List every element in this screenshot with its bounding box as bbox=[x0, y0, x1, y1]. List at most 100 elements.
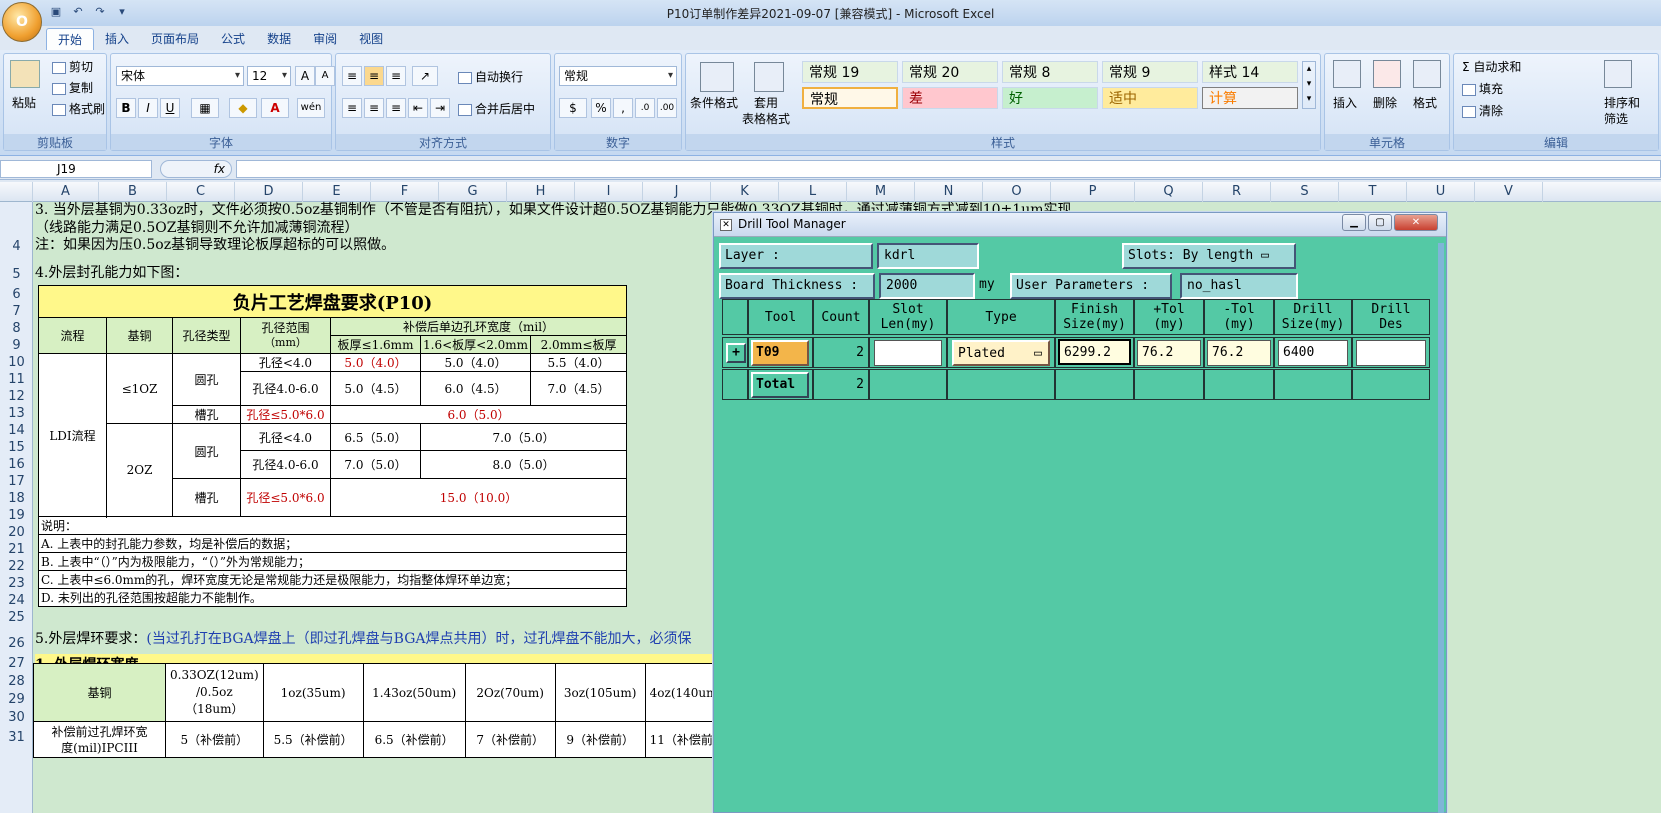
style-14[interactable]: 样式 14 bbox=[1202, 61, 1298, 83]
border-icon[interactable]: ▦ bbox=[191, 98, 219, 118]
format-cells-icon[interactable] bbox=[1413, 60, 1441, 88]
row-header[interactable]: 27 bbox=[0, 655, 33, 673]
row-header[interactable]: 28 bbox=[0, 673, 33, 691]
align-top-icon[interactable]: ≡ bbox=[342, 66, 362, 86]
row-header[interactable]: 24 bbox=[0, 592, 33, 610]
insert-cells-button[interactable]: 插入 bbox=[1333, 94, 1357, 111]
style-normal-8[interactable]: 常规 8 bbox=[1002, 61, 1098, 83]
row-header[interactable]: 9 bbox=[0, 337, 33, 355]
expand-row-button[interactable]: + bbox=[726, 343, 746, 363]
style-normal-19[interactable]: 常规 19 bbox=[802, 61, 898, 83]
align-center-icon[interactable]: ≡ bbox=[364, 98, 384, 118]
name-box[interactable]: J19 bbox=[0, 160, 152, 178]
col-header[interactable]: S bbox=[1271, 182, 1339, 202]
style-good[interactable]: 好 bbox=[1002, 87, 1098, 109]
close-icon[interactable]: ✕ bbox=[1394, 214, 1438, 231]
slot-len-input[interactable] bbox=[874, 340, 942, 366]
row-header[interactable]: 5 bbox=[0, 266, 33, 284]
row-header[interactable]: 4 bbox=[0, 238, 33, 256]
drill-size-input[interactable]: 6400 bbox=[1278, 340, 1348, 366]
row-header[interactable]: 17 bbox=[0, 473, 33, 491]
wrap-text-button[interactable]: 自动换行 bbox=[458, 68, 523, 85]
tab-formulas[interactable]: 公式 bbox=[210, 28, 256, 50]
drill-des-input[interactable] bbox=[1356, 340, 1426, 366]
row-header[interactable]: 20 bbox=[0, 524, 33, 542]
style-neutral[interactable]: 适中 bbox=[1102, 87, 1198, 109]
row-header[interactable]: 31 bbox=[0, 729, 33, 747]
fill-button[interactable]: 填充 bbox=[1462, 80, 1503, 97]
minimize-icon[interactable]: ▁ bbox=[1342, 214, 1366, 231]
font-size-select[interactable]: 12 bbox=[247, 66, 291, 86]
conditional-format-button[interactable]: 条件格式 bbox=[690, 94, 738, 111]
col-header[interactable]: Q bbox=[1135, 182, 1203, 202]
row-header[interactable]: 13 bbox=[0, 405, 33, 423]
style-normal[interactable]: 常规 bbox=[802, 87, 898, 109]
bold-button[interactable]: B bbox=[116, 98, 136, 118]
row-header[interactable]: 15 bbox=[0, 439, 33, 457]
currency-icon[interactable]: $ bbox=[559, 98, 587, 118]
row-header[interactable]: 25 bbox=[0, 609, 33, 627]
delete-cells-icon[interactable] bbox=[1373, 60, 1401, 88]
row-header[interactable]: 22 bbox=[0, 558, 33, 576]
grow-font-button[interactable]: A bbox=[295, 66, 315, 86]
increase-indent-icon[interactable]: ⇥ bbox=[430, 98, 450, 118]
sort-filter-button[interactable]: 排序和 bbox=[1604, 94, 1640, 111]
format-as-table-button-line2[interactable]: 表格格式 bbox=[742, 110, 790, 127]
plus-tol-input[interactable]: 76.2 bbox=[1137, 340, 1201, 366]
row-header[interactable]: 18 bbox=[0, 490, 33, 508]
paste-icon[interactable] bbox=[10, 60, 40, 88]
undo-icon[interactable]: ↶ bbox=[70, 4, 86, 20]
tab-review[interactable]: 审阅 bbox=[302, 28, 348, 50]
format-cells-button[interactable]: 格式 bbox=[1413, 94, 1437, 111]
col-header[interactable]: U bbox=[1407, 182, 1475, 202]
orientation-icon[interactable]: ↗ bbox=[412, 66, 438, 86]
tab-page-layout[interactable]: 页面布局 bbox=[140, 28, 210, 50]
finish-size-input[interactable]: 6299.2 bbox=[1058, 339, 1131, 365]
row-header[interactable]: 26 bbox=[0, 635, 33, 653]
tab-view[interactable]: 视图 bbox=[348, 28, 394, 50]
phonetic-button[interactable]: wén bbox=[297, 98, 325, 118]
tool-button-t09[interactable]: T09 bbox=[751, 340, 809, 366]
font-name-select[interactable]: 宋体 bbox=[116, 66, 244, 86]
save-icon[interactable]: ▣ bbox=[48, 4, 64, 20]
merge-center-button[interactable]: 合并后居中 bbox=[458, 100, 535, 117]
row-header[interactable]: 16 bbox=[0, 456, 33, 474]
autosum-button[interactable]: Σ 自动求和 bbox=[1462, 58, 1521, 75]
select-all-corner[interactable] bbox=[0, 182, 33, 202]
number-format-select[interactable]: 常规 bbox=[559, 66, 677, 86]
board-thickness-field[interactable]: 2000 bbox=[879, 273, 975, 299]
user-parameters-label[interactable]: User Parameters : bbox=[1010, 273, 1172, 299]
copy-button[interactable]: 复制 bbox=[52, 79, 93, 96]
row-header[interactable]: 7 bbox=[0, 303, 33, 321]
align-bottom-icon[interactable]: ≡ bbox=[386, 66, 406, 86]
clear-button[interactable]: 清除 bbox=[1462, 102, 1503, 119]
tab-data[interactable]: 数据 bbox=[256, 28, 302, 50]
maximize-icon[interactable]: ▢ bbox=[1368, 214, 1392, 231]
col-header[interactable]: V bbox=[1475, 182, 1543, 202]
increase-decimal-button[interactable]: .0 bbox=[635, 98, 655, 118]
style-bad[interactable]: 差 bbox=[902, 87, 998, 109]
sort-filter-button-line2[interactable]: 筛选 bbox=[1604, 110, 1628, 127]
font-color-icon[interactable]: A bbox=[261, 98, 289, 118]
customize-icon[interactable]: ▾ bbox=[114, 4, 130, 20]
tab-insert[interactable]: 插入 bbox=[94, 28, 140, 50]
insert-cells-icon[interactable] bbox=[1333, 60, 1361, 88]
cut-button[interactable]: 剪切 bbox=[52, 58, 93, 75]
row-header[interactable]: 8 bbox=[0, 320, 33, 338]
align-middle-icon[interactable]: ≡ bbox=[364, 66, 384, 86]
shrink-font-button[interactable]: A bbox=[315, 66, 335, 86]
format-as-table-icon[interactable] bbox=[754, 62, 784, 92]
row-header[interactable]: 29 bbox=[0, 691, 33, 709]
total-button[interactable]: Total bbox=[751, 372, 809, 398]
sort-filter-icon[interactable] bbox=[1604, 60, 1632, 88]
decrease-decimal-button[interactable]: .00 bbox=[657, 98, 677, 118]
row-header[interactable]: 30 bbox=[0, 709, 33, 727]
row-header[interactable]: 11 bbox=[0, 371, 33, 389]
decrease-indent-icon[interactable]: ⇤ bbox=[408, 98, 428, 118]
slots-selector[interactable]: Slots: By length ▭ bbox=[1122, 243, 1296, 269]
layer-field[interactable]: kdrl bbox=[877, 243, 979, 269]
delete-cells-button[interactable]: 删除 bbox=[1373, 94, 1397, 111]
col-header[interactable]: T bbox=[1339, 182, 1407, 202]
formula-input[interactable] bbox=[236, 160, 1661, 178]
dialog-scrollbar[interactable] bbox=[1438, 243, 1444, 813]
